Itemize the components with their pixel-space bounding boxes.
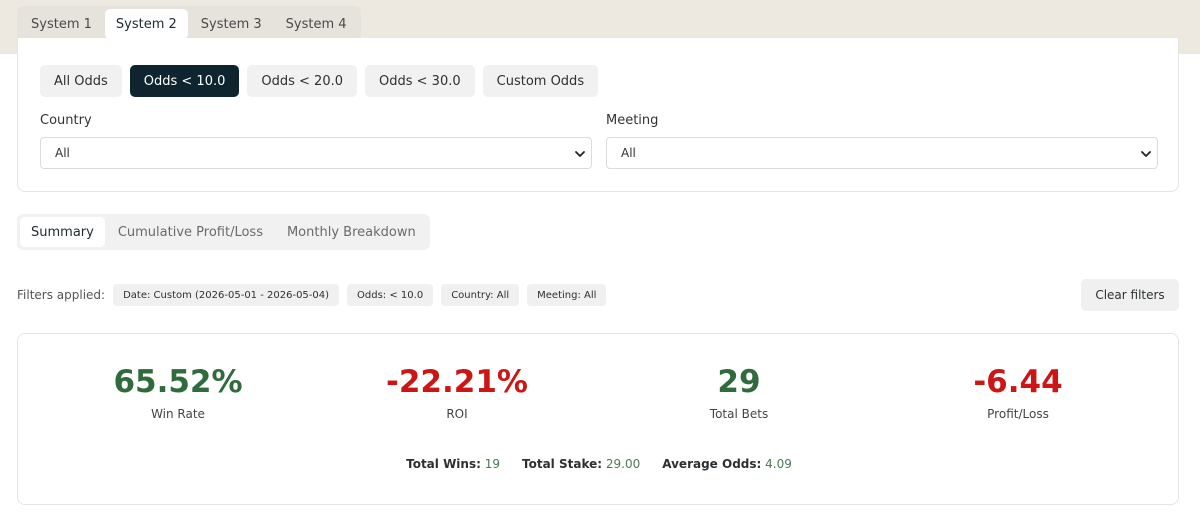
odds-custom-button[interactable]: Custom Odds (482, 65, 599, 97)
country-select[interactable]: All (40, 137, 592, 169)
average-odds-key: Average Odds: (662, 457, 762, 471)
filter-panel: All Odds Odds < 10.0 Odds < 20.0 Odds < … (17, 38, 1179, 192)
country-select-value: All (55, 146, 70, 160)
average-odds-value: 4.09 (765, 457, 792, 471)
summary-card: 65.52% Win Rate -22.21% ROI 29 Total Bet… (17, 333, 1179, 505)
win-rate-value: 65.52% (113, 364, 243, 400)
stat-win-rate: 65.52% Win Rate (58, 362, 298, 421)
average-odds: Average Odds: 4.09 (662, 457, 792, 471)
total-stake-value: 29.00 (605, 457, 641, 471)
profit-loss-label: Profit/Loss (987, 407, 1049, 421)
country-label: Country (40, 113, 92, 128)
odds-lt-20-button[interactable]: Odds < 20.0 (247, 65, 358, 97)
chevron-down-icon (1141, 151, 1151, 157)
filter-chip-odds: Odds: < 10.0 (347, 284, 434, 306)
total-wins-value: 19 (484, 457, 501, 471)
odds-all-button[interactable]: All Odds (40, 65, 122, 97)
view-tabs: Summary Cumulative Profit/Loss Monthly B… (17, 214, 430, 250)
total-wins: Total Wins: 19 (406, 457, 500, 471)
filters-applied-row: Filters applied: Date: Custom (2026-05-0… (17, 284, 614, 306)
total-bets-value: 29 (717, 364, 761, 400)
filter-chip-meeting: Meeting: All (527, 284, 607, 306)
chevron-down-icon (575, 151, 585, 157)
clear-filters-button[interactable]: Clear filters (1081, 279, 1179, 311)
stat-profit-loss: -6.44 Profit/Loss (898, 362, 1138, 421)
tab-monthly-breakdown[interactable]: Monthly Breakdown (276, 217, 427, 247)
odds-lt-30-button[interactable]: Odds < 30.0 (365, 65, 475, 97)
meeting-label: Meeting (606, 113, 659, 128)
profit-loss-value: -6.44 (973, 364, 1063, 400)
odds-filter-group: All Odds Odds < 10.0 Odds < 20.0 Odds < … (40, 65, 599, 97)
roi-label: ROI (446, 407, 468, 421)
total-stake: Total Stake: 29.00 (522, 457, 640, 471)
stat-total-bets: 29 Total Bets (619, 362, 859, 421)
odds-lt-10-button[interactable]: Odds < 10.0 (129, 65, 240, 97)
filters-applied-label: Filters applied: (17, 288, 106, 302)
total-bets-label: Total Bets (709, 407, 769, 421)
meeting-select-value: All (621, 146, 636, 160)
total-stake-key: Total Stake: (522, 457, 603, 471)
filter-chip-date: Date: Custom (2026-05-01 - 2026-05-04) (113, 284, 340, 306)
tab-system-4[interactable]: System 4 (275, 9, 358, 39)
tab-system-1[interactable]: System 1 (20, 9, 103, 39)
tab-cumulative-profit-loss[interactable]: Cumulative Profit/Loss (107, 217, 274, 247)
totals-row: Total Wins: 19 Total Stake: 29.00 Averag… (18, 457, 1180, 471)
meeting-select[interactable]: All (606, 137, 1158, 169)
tab-system-3[interactable]: System 3 (190, 9, 273, 39)
win-rate-label: Win Rate (151, 407, 205, 421)
roi-value: -22.21% (386, 364, 528, 400)
system-tabs: System 1 System 2 System 3 System 4 (17, 6, 361, 42)
tab-summary[interactable]: Summary (20, 217, 105, 247)
total-wins-key: Total Wins: (406, 457, 481, 471)
filter-chip-country: Country: All (441, 284, 520, 306)
stat-roi: -22.21% ROI (337, 362, 577, 421)
tab-system-2[interactable]: System 2 (104, 9, 188, 39)
